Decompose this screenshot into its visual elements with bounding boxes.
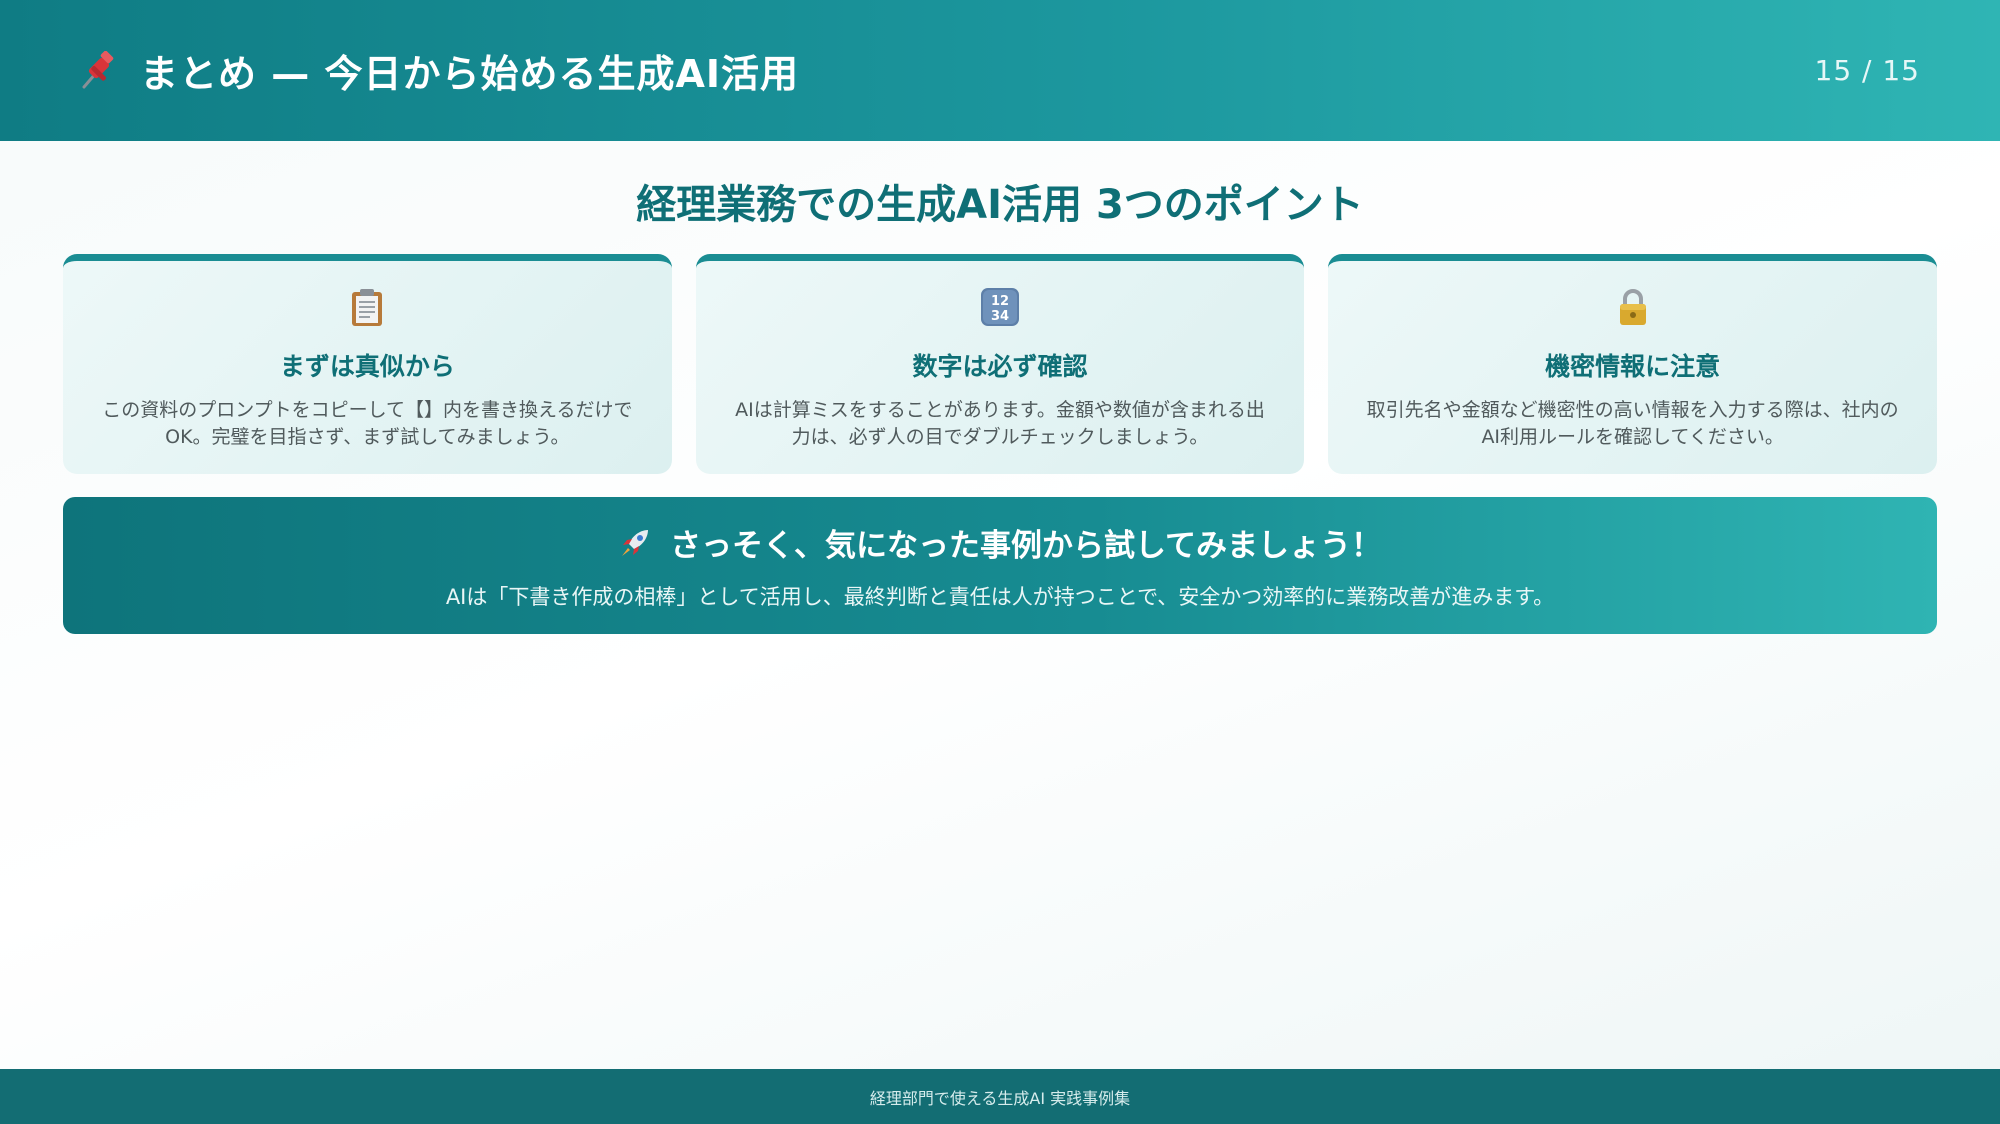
card-text: この資料のプロンプトをコピーして【】内を書き換えるだけでOK。完璧を目指さず、ま…: [102, 399, 633, 448]
points-cards: まずは真似から この資料のプロンプトをコピーして【】内を書き換えるだけでOK。完…: [63, 254, 1938, 474]
call-to-action-banner: さっそく、気になった事例から試してみましょう！ AIは「下書き作成の相棒」として…: [63, 497, 1937, 634]
clipboard-icon: [352, 289, 383, 326]
card-title: 数字は必ず確認: [912, 352, 1088, 381]
svg-text:34: 34: [991, 309, 1009, 324]
card-title: 機密情報に注意: [1545, 352, 1721, 381]
card-text: 取引先名や金額など機密性の高い情報を入力する際は、社内のAI利用ルールを確認して…: [1366, 399, 1899, 448]
point-card-confidential: 機密情報に注意 取引先名や金額など機密性の高い情報を入力する際は、社内のAI利用…: [1328, 254, 1938, 474]
slide-header: まとめ — 今日から始める生成AI活用 15 / 15: [0, 0, 2000, 141]
slide-footer: 経理部門で使える生成AI 実践事例集: [0, 1069, 2000, 1124]
footer-text: 経理部門で使える生成AI 実践事例集: [869, 1088, 1131, 1108]
point-card-numbers: 12 34 数字は必ず確認 AIは計算ミスをすることがあります。金額や数値が含ま…: [695, 254, 1305, 474]
rocket-icon: [621, 529, 648, 556]
card-title: まずは真似から: [279, 352, 455, 381]
numbers-1234-icon: 12 34: [981, 288, 1019, 326]
point-card-copy: まずは真似から この資料のプロンプトをコピーして【】内を書き換えるだけでOK。完…: [63, 254, 672, 474]
svg-text:12: 12: [991, 294, 1009, 309]
cta-title: さっそく、気になった事例から試してみましょう！: [669, 528, 1383, 564]
cta-heading: さっそく、気になった事例から試してみましょう！: [618, 520, 1382, 565]
page-indicator: 15 / 15: [1814, 54, 1920, 87]
card-text: AIは計算ミスをすることがあります。金額や数値が含まれる出力は、必ず人の目でダブ…: [735, 399, 1265, 448]
header-left: まとめ — 今日から始める生成AI活用: [78, 43, 799, 98]
slide-title: まとめ — 今日から始める生成AI活用: [140, 52, 800, 96]
pushpin-icon: [82, 50, 114, 88]
section-title: 経理業務での生成AI活用 3つのポイント: [636, 182, 1364, 228]
cta-text: AIは「下書き作成の相棒」として活用し、最終判断と責任は人が持つことで、安全かつ…: [445, 585, 1555, 609]
lock-icon: [1619, 289, 1646, 325]
